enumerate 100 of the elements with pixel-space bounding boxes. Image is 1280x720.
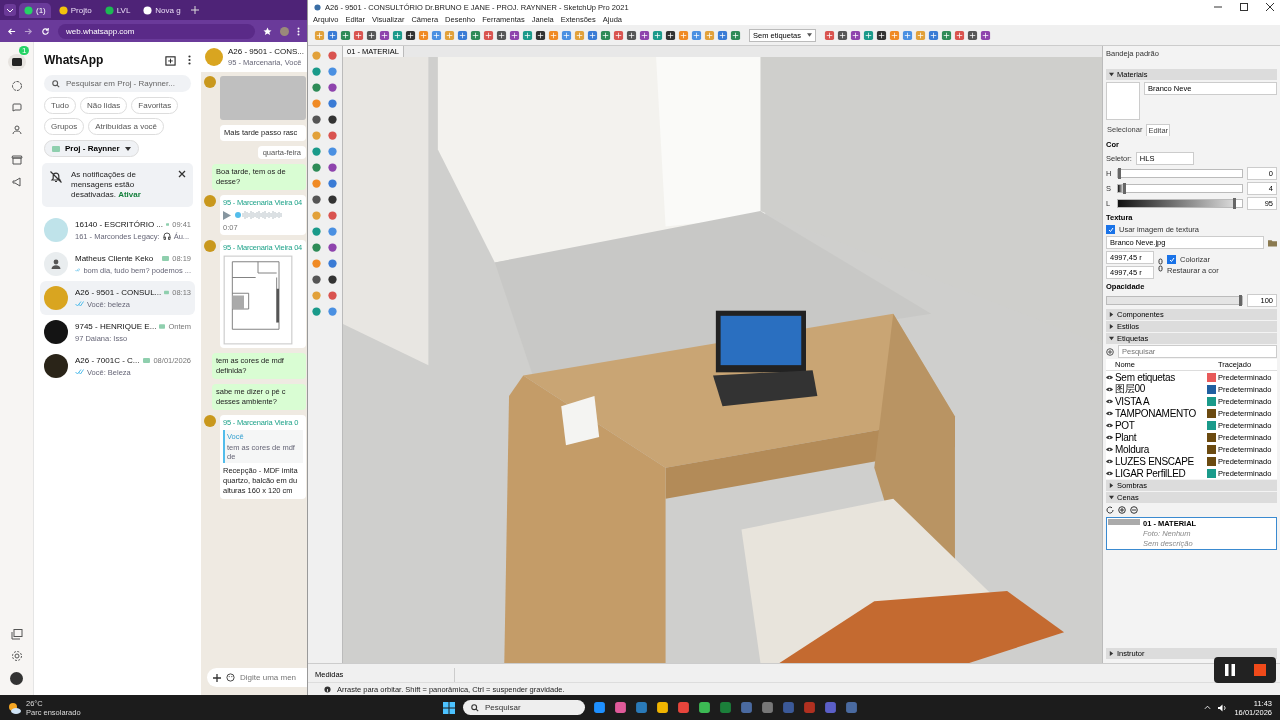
settings-icon[interactable] [10,650,23,662]
channel-slider[interactable] [1117,184,1243,193]
browser-tab[interactable]: Nova g [138,2,186,18]
tool-icon[interactable] [379,29,390,41]
play-icon[interactable] [223,210,231,220]
tag-color-swatch[interactable] [1207,444,1216,454]
eye-icon[interactable] [1106,458,1113,464]
star-icon[interactable] [263,26,272,36]
new-tab-icon[interactable] [190,6,199,14]
sticker-icon[interactable] [226,673,235,682]
eye-icon[interactable] [1106,446,1113,452]
taskbar-app-icon[interactable] [635,701,648,714]
tag-name[interactable]: 图层00 [1115,382,1205,396]
chain-link-icon[interactable] [1158,258,1163,272]
folder-icon[interactable] [1268,238,1277,247]
browser-tab[interactable]: (1) [19,2,51,18]
activate-link[interactable]: Ativar [118,190,141,199]
tool-icon[interactable] [626,29,637,41]
refresh-icon[interactable] [1106,506,1114,514]
chats-icon[interactable] [7,54,26,70]
tool-icon[interactable] [849,29,861,41]
eye-icon[interactable] [1106,386,1113,392]
pause-icon[interactable] [1224,664,1236,676]
speaker-icon[interactable] [1218,703,1228,712]
opacity-slider[interactable] [1106,296,1243,305]
tool-icon[interactable] [509,29,520,41]
tag-name[interactable]: TAMPONAMENTO [1115,407,1205,419]
media-icon[interactable] [10,628,23,640]
channel-slider[interactable] [1117,169,1243,178]
tool-icon[interactable] [310,194,322,205]
taskbar-app-icon[interactable] [761,701,774,714]
tag-color-swatch[interactable] [1207,384,1216,394]
back-arrow-icon[interactable] [7,26,16,36]
tool-icon[interactable] [979,29,991,41]
taskbar-app-icon[interactable] [593,701,606,714]
tool-icon[interactable] [326,194,338,205]
tag-color-swatch[interactable] [1207,408,1216,418]
tool-icon[interactable] [310,274,322,285]
tool-icon[interactable] [310,114,322,125]
status-icon[interactable] [10,80,23,92]
tag-name[interactable]: POT [1115,419,1205,431]
chevron-up-icon[interactable] [1204,705,1212,710]
tool-icon[interactable] [836,29,848,41]
tool-icon[interactable] [326,82,338,93]
plus-icon[interactable] [213,673,221,682]
eye-icon[interactable] [1106,422,1113,428]
taskbar-app-icon[interactable] [614,701,627,714]
info-icon[interactable] [324,685,331,693]
remove-scene-icon[interactable] [1130,506,1138,514]
tool-icon[interactable] [496,29,507,41]
tag-color-swatch[interactable] [1207,420,1216,430]
tag-color-swatch[interactable] [1207,396,1216,406]
megaphone-icon[interactable] [10,176,23,188]
tag-name[interactable]: Moldura [1115,443,1205,455]
floor-plan-drawing[interactable] [223,255,293,345]
tag-name[interactable]: LUZES ENSCAPE [1115,455,1205,467]
checkbox[interactable] [1106,225,1115,234]
eye-icon[interactable] [1106,470,1113,476]
more-menu-icon[interactable] [297,26,300,36]
add-tag-icon[interactable] [1106,347,1114,356]
eye-icon[interactable] [1106,398,1113,404]
minimize-icon[interactable] [1214,3,1222,11]
tab-menu-icon[interactable] [4,4,16,16]
taskbar-search-field[interactable]: Pesquisar [463,700,585,715]
more-menu-icon[interactable] [188,55,191,65]
close-icon[interactable] [178,170,186,178]
tag-name[interactable]: LIGAR PerfilLED [1115,467,1205,479]
tool-icon[interactable] [405,29,416,41]
tag-name[interactable]: Sem etiquetas [1115,371,1205,383]
checkbox[interactable] [1167,255,1176,264]
store-icon[interactable] [10,154,23,166]
tool-icon[interactable] [535,29,546,41]
tag-name[interactable]: VISTA A [1115,395,1205,407]
tool-icon[interactable] [875,29,887,41]
eye-icon[interactable] [1106,410,1113,416]
tool-icon[interactable] [326,114,338,125]
reload-icon[interactable] [41,26,50,36]
channel-slider[interactable] [1117,199,1243,208]
tool-icon[interactable] [326,162,338,173]
forward-arrow-icon[interactable] [24,26,33,36]
taskbar-app-icon[interactable] [677,701,690,714]
tag-color-swatch[interactable] [1207,468,1216,478]
message-field[interactable]: Digite uma men [207,668,307,687]
search-field[interactable]: Pesquisar em Proj - Raynner... [44,75,191,92]
new-chat-icon[interactable] [165,54,176,66]
profile-avatar[interactable] [10,672,23,685]
channels-icon[interactable] [10,102,23,114]
start-grid-icon[interactable] [443,701,455,714]
tag-color-swatch[interactable] [1207,432,1216,442]
address-bar[interactable]: web.whatsapp.com [58,23,255,39]
tool-icon[interactable] [326,242,338,253]
tool-icon[interactable] [665,29,676,41]
taskbar-app-icon[interactable] [656,701,669,714]
browser-tab[interactable]: LVL [99,2,136,18]
eye-icon[interactable] [1106,374,1113,380]
eye-icon[interactable] [1106,434,1113,440]
add-scene-icon[interactable] [1118,506,1126,514]
taskbar-app-icon[interactable] [698,701,711,714]
tool-icon[interactable] [366,29,377,41]
communities-icon[interactable] [10,124,23,136]
